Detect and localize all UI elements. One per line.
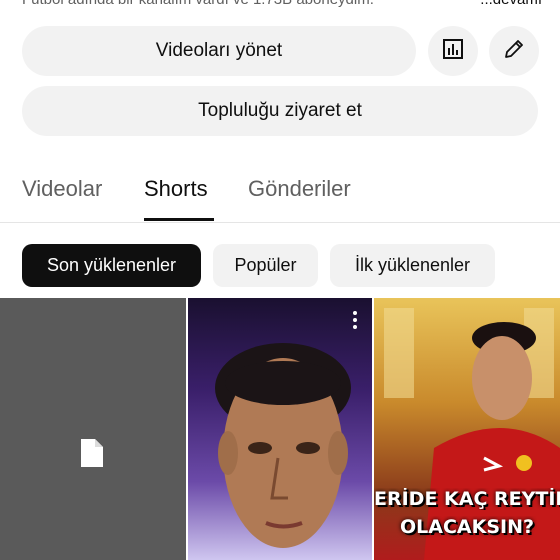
filter-chip-popular[interactable]: Popüler xyxy=(213,244,318,287)
short-thumbnail-2[interactable] xyxy=(188,298,372,560)
more-link[interactable]: ...devamı xyxy=(476,0,542,8)
channel-tabs: Videolar Shorts Gönderiler xyxy=(0,160,560,223)
visit-community-button[interactable]: Topluluğu ziyaret et xyxy=(22,86,538,136)
filter-chip-oldest[interactable]: İlk yüklenenler xyxy=(330,244,495,287)
tab-posts[interactable]: Gönderiler xyxy=(248,176,351,202)
filter-chip-recent[interactable]: Son yüklenenler xyxy=(22,244,201,287)
short-thumbnail-1[interactable] xyxy=(0,298,186,560)
player-portrait xyxy=(215,343,351,548)
bar-chart-icon xyxy=(441,37,465,66)
tab-videos[interactable]: Videolar xyxy=(22,176,102,202)
manage-videos-button[interactable]: Videoları yönet xyxy=(22,26,416,76)
file-placeholder-icon xyxy=(81,439,103,472)
edit-button[interactable] xyxy=(489,26,539,76)
pencil-icon xyxy=(502,37,526,66)
short-caption-line-1: ERİDE KAÇ REYTİN xyxy=(374,488,560,510)
analytics-button[interactable] xyxy=(428,26,478,76)
tab-shorts[interactable]: Shorts xyxy=(144,176,208,202)
short-caption-line-2: OLACAKSIN? xyxy=(399,516,534,538)
active-tab-indicator xyxy=(144,218,214,221)
visit-community-label: Topluluğu ziyaret et xyxy=(198,100,362,121)
more-vertical-icon[interactable] xyxy=(352,310,358,335)
description-text: Futbol adında bir kanalım vardı ve 1.73B… xyxy=(22,0,374,8)
manage-videos-label: Videoları yönet xyxy=(155,40,283,61)
channel-description[interactable]: Futbol adında bir kanalım vardı ve 1.73B… xyxy=(22,0,542,9)
short-thumbnail-3[interactable]: ERİDE KAÇ REYTİN OLACAKSIN? xyxy=(374,298,560,560)
